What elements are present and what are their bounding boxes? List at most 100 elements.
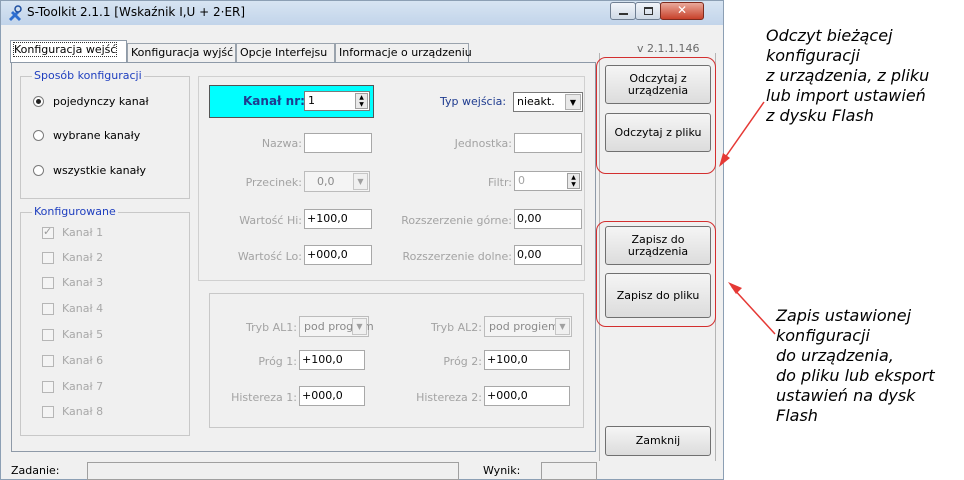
tools-icon <box>9 5 22 21</box>
hi-value-label: Wartość Hi: <box>239 214 302 227</box>
annotation-line: ustawień na dysk <box>776 386 916 405</box>
checkbox-channel-4[interactable] <box>42 303 54 315</box>
channel-7-label: Kanał 7 <box>62 380 104 393</box>
checkbox-channel-6[interactable] <box>42 355 54 367</box>
hi-value-field[interactable]: +100,0 <box>304 209 372 229</box>
hyst1-value: +000,0 <box>302 389 343 402</box>
hyst1-field[interactable]: +000,0 <box>299 386 365 406</box>
channel-2-label: Kanał 2 <box>62 251 104 264</box>
channel-4-label: Kanał 4 <box>62 302 104 315</box>
maximize-button[interactable] <box>635 2 661 20</box>
spin-arrows-icon[interactable]: ▲ ▼ <box>355 93 368 109</box>
filter-spinner[interactable]: 0 ▲ ▼ <box>514 171 582 191</box>
close-icon: ✕ <box>677 3 688 17</box>
chevron-down-icon: ▼ <box>555 318 570 335</box>
tab-output-config[interactable]: Konfiguracja wyjść <box>127 43 236 62</box>
radio-selected-label: wybrane kanały <box>53 129 141 142</box>
config-mode-title: Sposób konfiguracji <box>32 69 144 82</box>
arrow-head-icon <box>728 282 742 294</box>
radio-selected-channels[interactable] <box>33 130 44 141</box>
channel-number-spinner[interactable]: 1 ▲ ▼ <box>304 91 370 111</box>
checkbox-channel-8[interactable] <box>42 406 54 418</box>
annotation-line: do urządzenia, <box>776 346 894 365</box>
channel-6-label: Kanał 6 <box>62 354 104 367</box>
minimize-button[interactable] <box>610 2 636 20</box>
decimal-select[interactable]: 0,0 ▼ <box>304 171 370 192</box>
ext-bottom-field[interactable]: 0,00 <box>514 245 582 265</box>
tab-label: Opcje Interfejsu <box>240 46 328 59</box>
ext-bottom-label: Rozszerzenie dolne: <box>402 250 513 263</box>
checkbox-channel-1[interactable] <box>42 225 54 239</box>
minimize-icon <box>619 13 628 15</box>
checkbox-channel-2[interactable] <box>42 252 54 264</box>
configured-group <box>20 212 190 436</box>
filter-value: 0 <box>518 174 525 187</box>
annotation-line: konfiguracji <box>766 46 860 65</box>
al1-mode-select[interactable]: pod progiem ▼ <box>299 316 374 337</box>
task-label: Zadanie: <box>11 464 60 477</box>
result-status-field <box>541 462 597 480</box>
write-highlight-box <box>596 221 716 327</box>
hyst2-field[interactable]: +000,0 <box>484 386 570 406</box>
write-annotation: Zapis ustawionej konfiguracji do urządze… <box>776 306 935 426</box>
unit-label: Jednostka: <box>454 137 512 150</box>
annotation-line: Odczyt bieżącej <box>766 26 893 45</box>
threshold2-value: +100,0 <box>487 353 528 366</box>
lo-value-label: Wartość Lo: <box>237 250 302 263</box>
threshold2-field[interactable]: +100,0 <box>484 350 570 370</box>
channel-number-value: 1 <box>308 94 315 107</box>
chevron-down-icon: ▼ <box>565 94 581 110</box>
name-label: Nazwa: <box>261 137 302 150</box>
annotation-line: do pliku lub eksport <box>776 366 935 385</box>
annotation-line: konfiguracji <box>776 326 870 345</box>
spin-arrows-icon[interactable]: ▲ ▼ <box>567 173 580 189</box>
title-bar[interactable]: S-Toolkit 2.1.1 [Wskaźnik I,U + 2·ER] ✕ <box>1 1 723 25</box>
threshold1-value: +100,0 <box>302 353 343 366</box>
hyst2-value: +000,0 <box>487 389 528 402</box>
al2-mode-value: pod progiem <box>489 320 559 333</box>
result-label: Wynik: <box>483 464 521 477</box>
window-title: S-Toolkit 2.1.1 [Wskaźnik I,U + 2·ER] <box>27 5 246 19</box>
maximize-icon <box>644 7 653 15</box>
name-field[interactable] <box>304 133 372 153</box>
tab-device-info[interactable]: Informacje o urządzeniu <box>335 43 472 62</box>
annotation-line: lub import ustawień <box>766 86 926 105</box>
ext-bottom-value: 0,00 <box>517 248 542 261</box>
radio-single-label: pojedynczy kanał <box>53 95 149 108</box>
ext-top-field[interactable]: 0,00 <box>514 209 582 229</box>
filter-label: Filtr: <box>488 176 512 189</box>
radio-all-channels[interactable] <box>33 165 44 176</box>
lo-value-field[interactable]: +000,0 <box>304 245 372 265</box>
read-arrow-line <box>721 101 765 163</box>
radio-single-channel[interactable] <box>33 96 44 107</box>
close-window-button[interactable]: ✕ <box>660 2 704 20</box>
tab-label: Informacje o urządzeniu <box>339 46 472 59</box>
decimal-value: 0,0 <box>317 175 335 188</box>
tab-interface-options[interactable]: Opcje Interfejsu <box>236 43 335 62</box>
unit-field[interactable] <box>514 133 582 153</box>
chevron-down-icon: ▼ <box>353 173 368 190</box>
threshold1-field[interactable]: +100,0 <box>299 350 365 370</box>
tab-label: Konfiguracja wejść <box>12 42 118 57</box>
checkbox-channel-5[interactable] <box>42 329 54 341</box>
al2-mode-select[interactable]: pod progiem ▼ <box>484 316 572 337</box>
chevron-down-icon: ▼ <box>352 318 367 335</box>
configured-title: Konfigurowane <box>32 205 118 218</box>
checkbox-channel-3[interactable] <box>42 277 54 289</box>
annotation-line: z dysku Flash <box>766 106 874 125</box>
ext-top-value: 0,00 <box>517 212 542 225</box>
al1-mode-label: Tryb AL1: <box>246 321 297 334</box>
channel-5-label: Kanał 5 <box>62 328 104 341</box>
close-button[interactable]: Zamknij <box>605 426 711 456</box>
annotation-arrows <box>719 101 776 335</box>
checkbox-channel-7[interactable] <box>42 381 54 393</box>
version-label: v 2.1.1.146 <box>637 42 700 55</box>
tab-input-config[interactable]: Konfiguracja wejść <box>10 40 127 63</box>
read-annotation: Odczyt bieżącej konfiguracji z urządzeni… <box>766 26 929 126</box>
close-label: Zamknij <box>635 434 681 447</box>
read-highlight-box <box>596 57 716 174</box>
input-type-value: nieakt. <box>517 95 555 108</box>
write-arrow-line <box>731 286 776 335</box>
input-type-select[interactable]: nieakt. ▼ <box>513 92 583 112</box>
hyst2-label: Histereza 2: <box>416 391 482 404</box>
